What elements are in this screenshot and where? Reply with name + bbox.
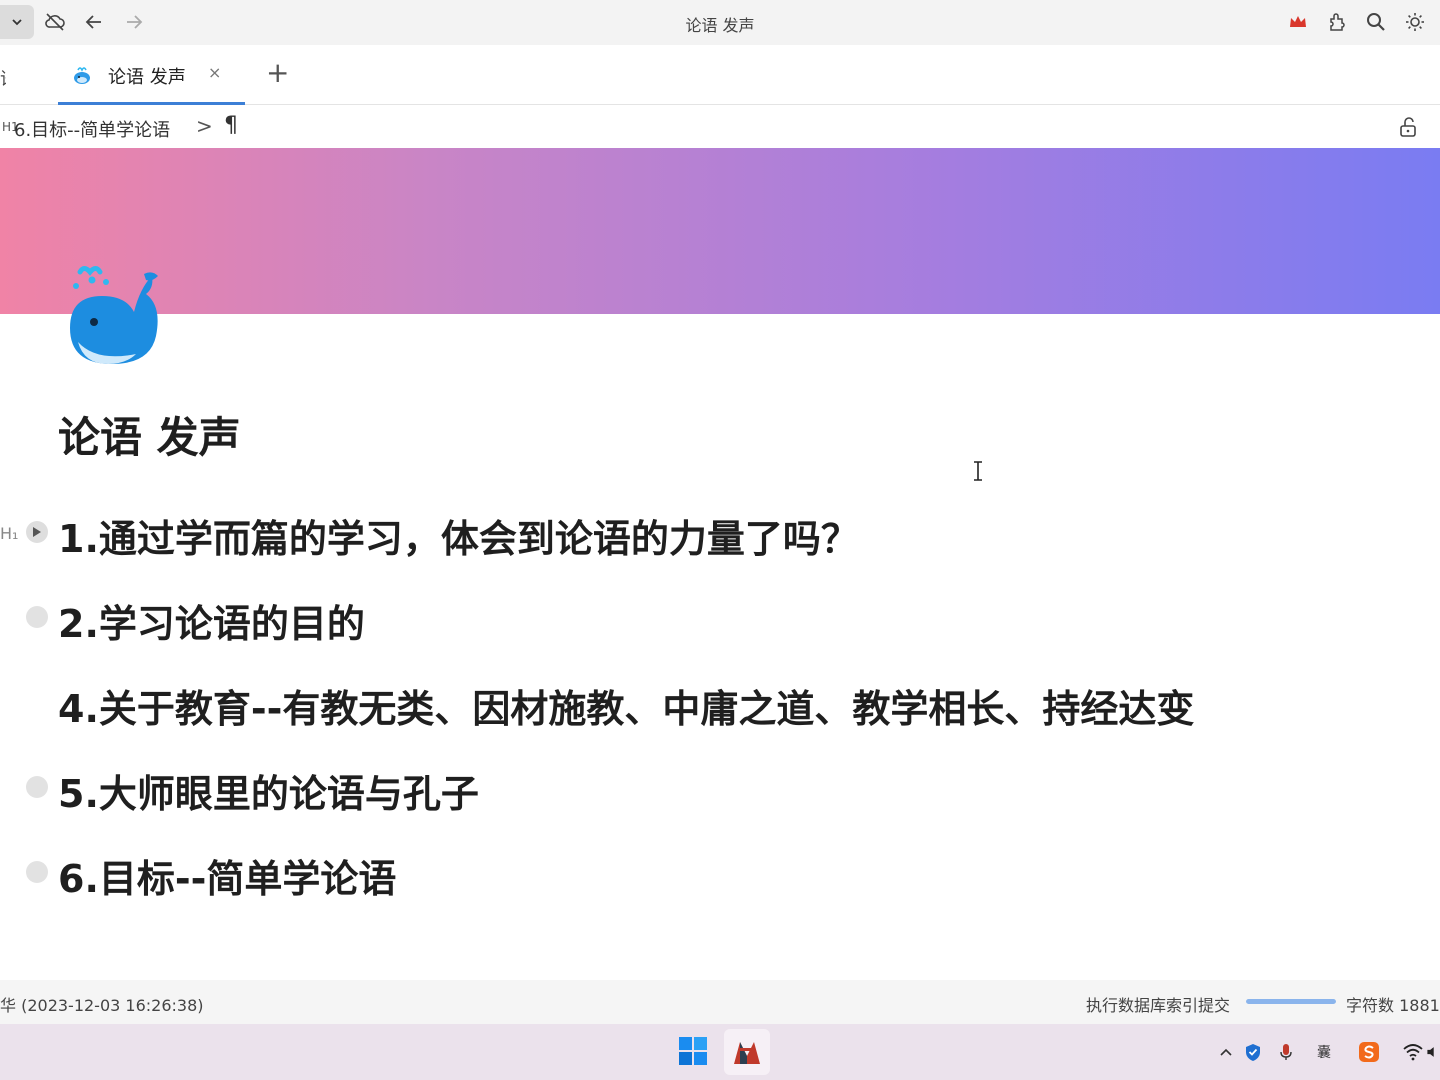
microphone-icon[interactable] (1274, 1040, 1298, 1064)
status-task: 执行数据库索引提交 (1086, 996, 1231, 1015)
heading-6[interactable]: 6.目标--简单学论语 (58, 848, 396, 903)
breadcrumb-separator: > (196, 114, 213, 138)
title-bar: 论语 发声 (0, 0, 1440, 45)
tab-bar: 语 论语 发声 × + (0, 45, 1440, 105)
whale-icon[interactable] (66, 266, 166, 374)
whale-icon (71, 64, 93, 90)
crown-icon[interactable] (1286, 10, 1310, 34)
heading-5[interactable]: 5.大师眼里的论语与孔子 (58, 763, 479, 818)
new-tab-button[interactable]: + (266, 59, 289, 87)
heading-1[interactable]: 1.通过学而篇的学习，体会到论语的力量了吗？ (58, 508, 859, 563)
search-icon[interactable] (1364, 10, 1388, 34)
chevron-up-icon[interactable] (1214, 1040, 1238, 1064)
play-triangle-icon (33, 527, 41, 537)
status-timestamp: 华 (2023-12-03 16:26:38) (0, 996, 204, 1015)
sogou-icon[interactable] (1357, 1040, 1381, 1064)
speaker-icon[interactable] (1426, 1040, 1440, 1064)
shield-icon[interactable] (1241, 1040, 1265, 1064)
status-progress-bar (1246, 999, 1336, 1004)
paragraph-icon[interactable]: ¶ (224, 113, 238, 138)
plugin-icon[interactable] (1325, 10, 1349, 34)
ime-icon[interactable]: 囊 (1312, 1040, 1336, 1064)
breadcrumb-item[interactable]: 6.目标--简单学论语 (14, 116, 170, 142)
breadcrumb: H1 6.目标--简单学论语 > ¶ (0, 106, 1440, 148)
taskbar: 囊 (0, 1024, 1440, 1080)
tab-label: 论语 发声 (108, 67, 186, 88)
heading-4[interactable]: 4.关于教育--有教无类、因材施教、中庸之道、教学相长、持经达变 (58, 678, 1194, 733)
heading-bullet[interactable] (26, 861, 48, 883)
page-title[interactable]: 论语 发声 (58, 404, 241, 465)
text-cursor-icon (972, 460, 984, 487)
tab-close-button[interactable]: × (208, 63, 221, 82)
document-banner[interactable] (0, 148, 1440, 314)
status-progress-fill (1246, 999, 1336, 1004)
window-title: 论语 发声 (685, 16, 755, 35)
heading-bullet[interactable] (26, 776, 48, 798)
active-app-indicator (739, 1048, 755, 1051)
status-bar: 华 (2023-12-03 16:26:38) 执行数据库索引提交 字符数 18… (0, 980, 1440, 1024)
heading-2[interactable]: 2.学习论语的目的 (58, 593, 365, 648)
windows-start-icon[interactable] (678, 1036, 708, 1070)
siyuan-app-icon[interactable] (724, 1029, 770, 1075)
wifi-icon[interactable] (1401, 1040, 1425, 1064)
char-count: 字符数 1881 (1346, 996, 1440, 1015)
heading-level-marker: H₁ (0, 524, 19, 543)
tab-previous-partial[interactable]: 语 (0, 65, 6, 91)
heading-bullet[interactable] (26, 606, 48, 628)
tab-active[interactable]: 论语 发声 × (58, 45, 245, 105)
unlock-icon[interactable] (1398, 116, 1418, 142)
theme-sun-icon[interactable] (1403, 10, 1427, 34)
fold-toggle-button[interactable] (26, 521, 48, 543)
